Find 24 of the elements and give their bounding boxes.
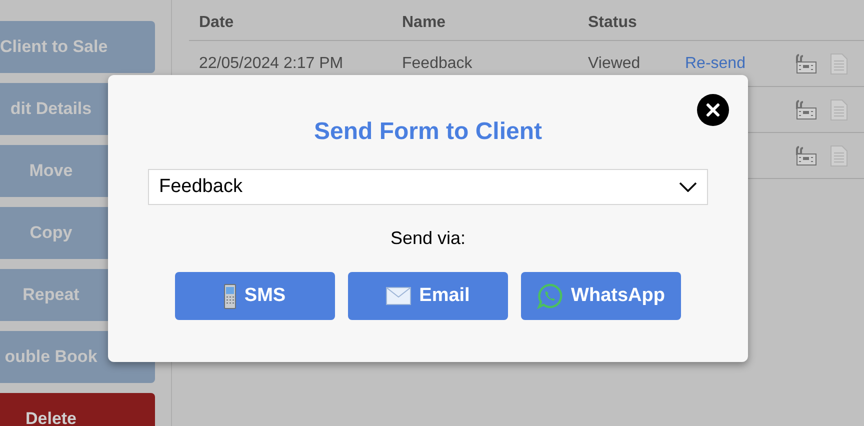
- table-cell-text: Viewed: [588, 54, 642, 74]
- resend-link[interactable]: Re-send: [685, 54, 746, 72]
- chat-phone-icon: [537, 283, 564, 309]
- sms-button[interactable]: SMS: [175, 272, 335, 320]
- chevron-down-icon: [679, 182, 697, 192]
- column-header: Date: [199, 12, 235, 32]
- column-header: Status: [588, 12, 638, 32]
- sidebar-button[interactable]: Client to Sale: [0, 21, 155, 73]
- close-button[interactable]: [697, 94, 729, 126]
- dialog-title: Send Form to Client: [314, 117, 542, 147]
- mobile-phone-icon: [224, 284, 236, 308]
- table-cell-text: Feedback: [402, 54, 474, 74]
- fax-machine-icon[interactable]: [795, 144, 817, 166]
- envelope-icon: [386, 287, 412, 305]
- fax-machine-icon[interactable]: [795, 98, 817, 120]
- column-header: Name: [402, 12, 447, 32]
- send-via-label: Send via:: [390, 227, 466, 250]
- whatsapp-button[interactable]: WhatsApp: [521, 272, 681, 320]
- form-select[interactable]: Feedback: [148, 169, 708, 205]
- email-button[interactable]: Email: [348, 272, 508, 320]
- table-cell-text: 22/05/2024 2:17 PM: [199, 54, 344, 74]
- fax-machine-icon[interactable]: [795, 52, 817, 74]
- close-icon: [706, 103, 720, 117]
- delete-button[interactable]: Delete: [0, 393, 155, 426]
